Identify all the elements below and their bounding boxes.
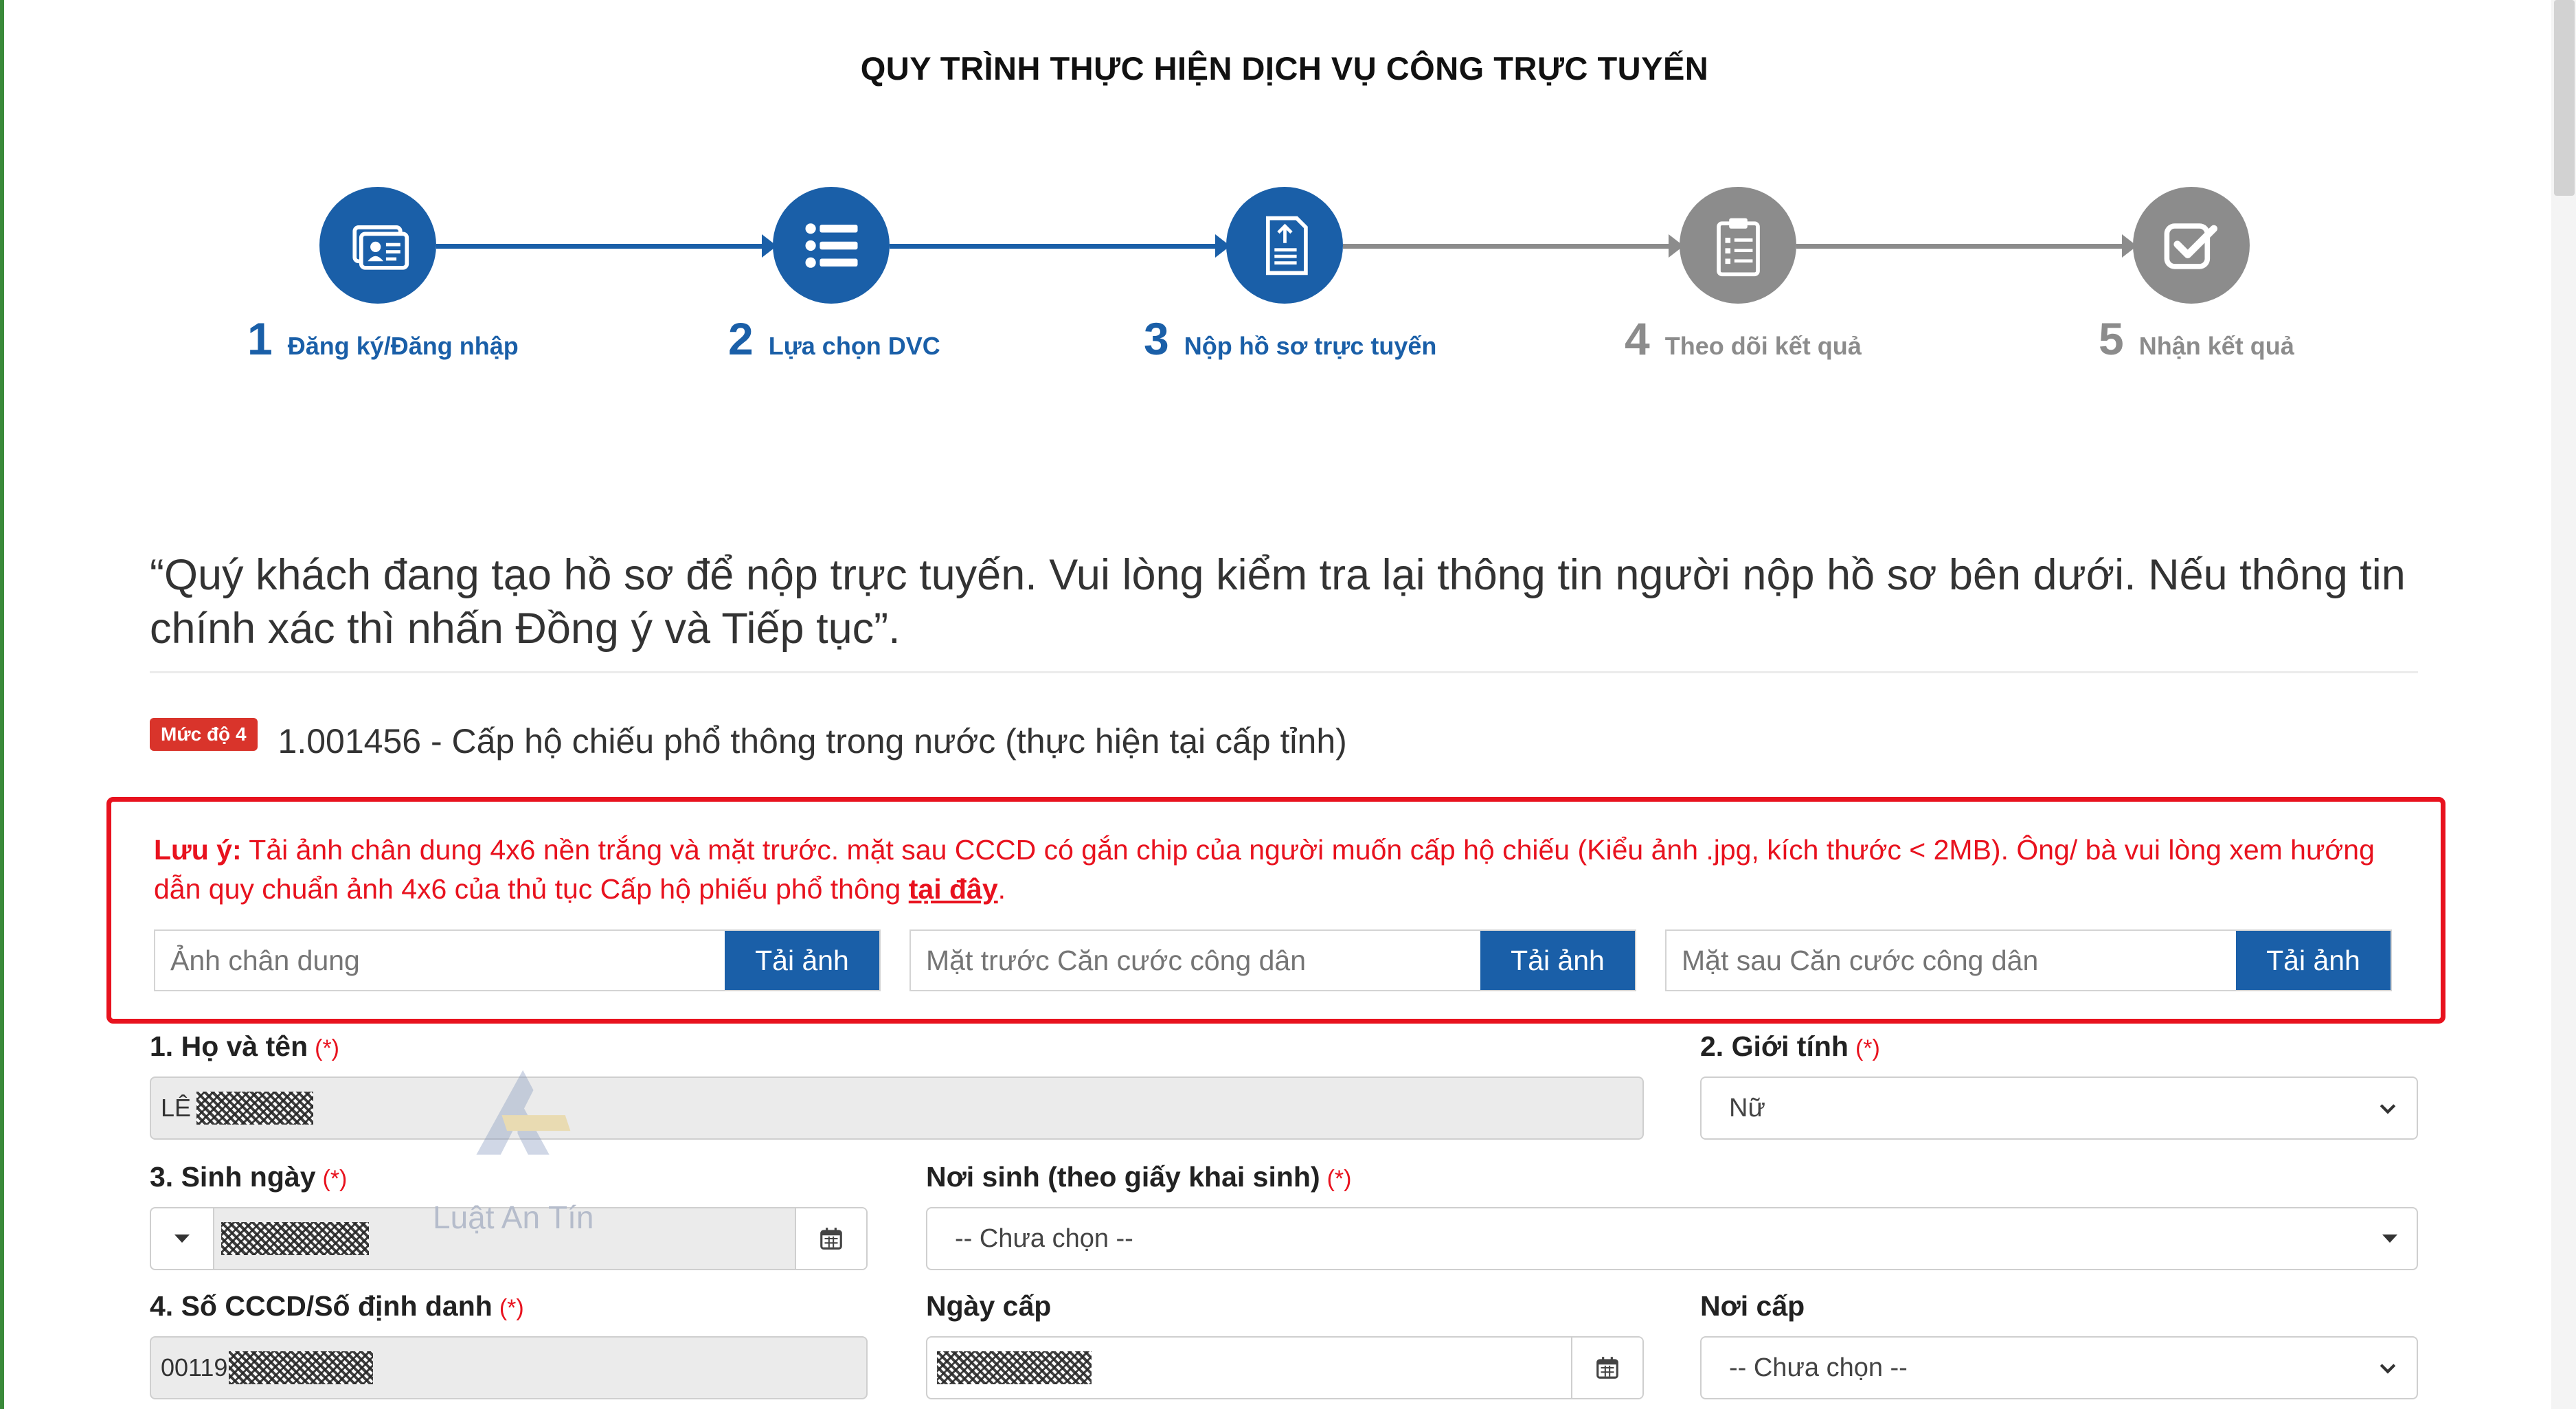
caret-down-icon — [174, 1235, 190, 1243]
redacted-mask — [196, 1092, 314, 1125]
list-icon — [805, 223, 857, 268]
chevron-down-icon — [2380, 1364, 2396, 1374]
id-back-upload-button[interactable]: Tải ảnh — [2236, 931, 2391, 990]
calendar-icon — [1596, 1357, 1618, 1379]
redacted-mask — [221, 1222, 369, 1255]
confirmation-notice: “Quý khách đang tạo hồ sơ để nộp trực tu… — [150, 551, 2406, 653]
watermark-a-icon — [476, 1070, 571, 1155]
birth-date-dropdown-toggle[interactable] — [151, 1208, 214, 1269]
redacted-mask — [229, 1351, 374, 1384]
chevron-down-icon — [2380, 1104, 2396, 1114]
issue-date-label: Ngày cấp — [926, 1290, 1052, 1322]
birth-place-label: Nơi sinh (theo giấy khai sinh) (*) — [926, 1161, 1352, 1193]
id-front-upload-button[interactable]: Tải ảnh — [1480, 931, 1635, 990]
gender-select[interactable]: Nữ — [1700, 1077, 2418, 1140]
birth-place-select[interactable]: -- Chưa chọn -- — [926, 1207, 2418, 1270]
step-4-label: 4 Theo dõi kết quả — [1625, 313, 1862, 364]
id-number-label: 4. Số CCCD/Số định danh (*) — [150, 1290, 524, 1322]
birth-date-label: 3. Sinh ngày (*) — [150, 1161, 348, 1193]
step-3-label: 3 Nộp hồ sơ trực tuyến — [1144, 313, 1437, 364]
id-front-upload-group: Tải ảnh — [909, 929, 1636, 991]
portrait-upload-button[interactable]: Tải ảnh — [725, 931, 879, 990]
step-5-label: 5 Nhận kết quả — [2099, 313, 2294, 364]
portrait-upload-group: Tải ảnh — [154, 929, 881, 991]
step-connector-2 — [890, 234, 1230, 258]
step-3-circle — [1226, 187, 1343, 304]
section-divider — [150, 671, 2418, 673]
caret-down-icon — [2382, 1235, 2397, 1243]
step-4-circle — [1680, 187, 1796, 304]
issue-place-label: Nơi cấp — [1700, 1290, 1805, 1322]
step-2-label: 2 Lựa chọn DVC — [728, 313, 940, 364]
clipboard-icon — [1716, 218, 1760, 276]
id-back-upload-group: Tải ảnh — [1665, 929, 2392, 991]
step-1-label: 1 Đăng ký/Đăng nhập — [247, 313, 519, 364]
watermark-logo: Luật An Tín — [412, 1065, 639, 1243]
calendar-icon — [820, 1228, 842, 1250]
gender-label: 2. Giới tính (*) — [1700, 1030, 1880, 1062]
issue-place-select[interactable]: -- Chưa chọn -- — [1700, 1336, 2418, 1399]
issue-date-field[interactable] — [926, 1336, 1644, 1399]
id-front-input[interactable] — [911, 931, 1480, 990]
full-name-field[interactable]: LÊ — [150, 1077, 1644, 1140]
id-number-field[interactable]: 00119 — [150, 1336, 868, 1399]
step-2-circle — [773, 187, 890, 304]
upload-notice-box: Lưu ý: Tải ảnh chân dung 4x6 nền trắng v… — [106, 797, 2445, 1024]
issue-date-calendar-button[interactable] — [1571, 1338, 1642, 1398]
checkbox-icon — [2164, 223, 2217, 269]
service-level-badge: Mức độ 4 — [150, 718, 258, 751]
service-title: 1.001456 - Cấp hộ chiếu phổ thông trong … — [278, 722, 1347, 760]
step-connector-3 — [1343, 234, 1684, 258]
upload-notice-text: Lưu ý: Tải ảnh chân dung 4x6 nền trắng v… — [154, 834, 2375, 905]
watermark-text: Luật An Tín — [433, 1199, 594, 1235]
id-back-input[interactable] — [1667, 931, 2236, 990]
redacted-mask — [937, 1351, 1092, 1384]
birth-date-calendar-button[interactable] — [795, 1208, 866, 1269]
process-steps: 1 Đăng ký/Đăng nhập 2 Lựa chọn DVC 3 Nộp hồ… — [0, 0, 2569, 385]
step-5-circle — [2133, 187, 2250, 304]
step-connector-4 — [1796, 234, 2137, 258]
portrait-photo-input[interactable] — [155, 931, 725, 990]
step-1-circle — [319, 187, 436, 304]
id-card-icon — [352, 225, 409, 270]
guide-link[interactable]: tại đây — [909, 873, 998, 905]
full-name-label: 1. Họ và tên (*) — [150, 1030, 340, 1062]
document-upload-icon — [1265, 216, 1308, 275]
service-header: Mức độ 4 1.001456 - Cấp hộ chiếu phổ thô… — [150, 718, 1347, 761]
step-connector-1 — [436, 234, 777, 258]
